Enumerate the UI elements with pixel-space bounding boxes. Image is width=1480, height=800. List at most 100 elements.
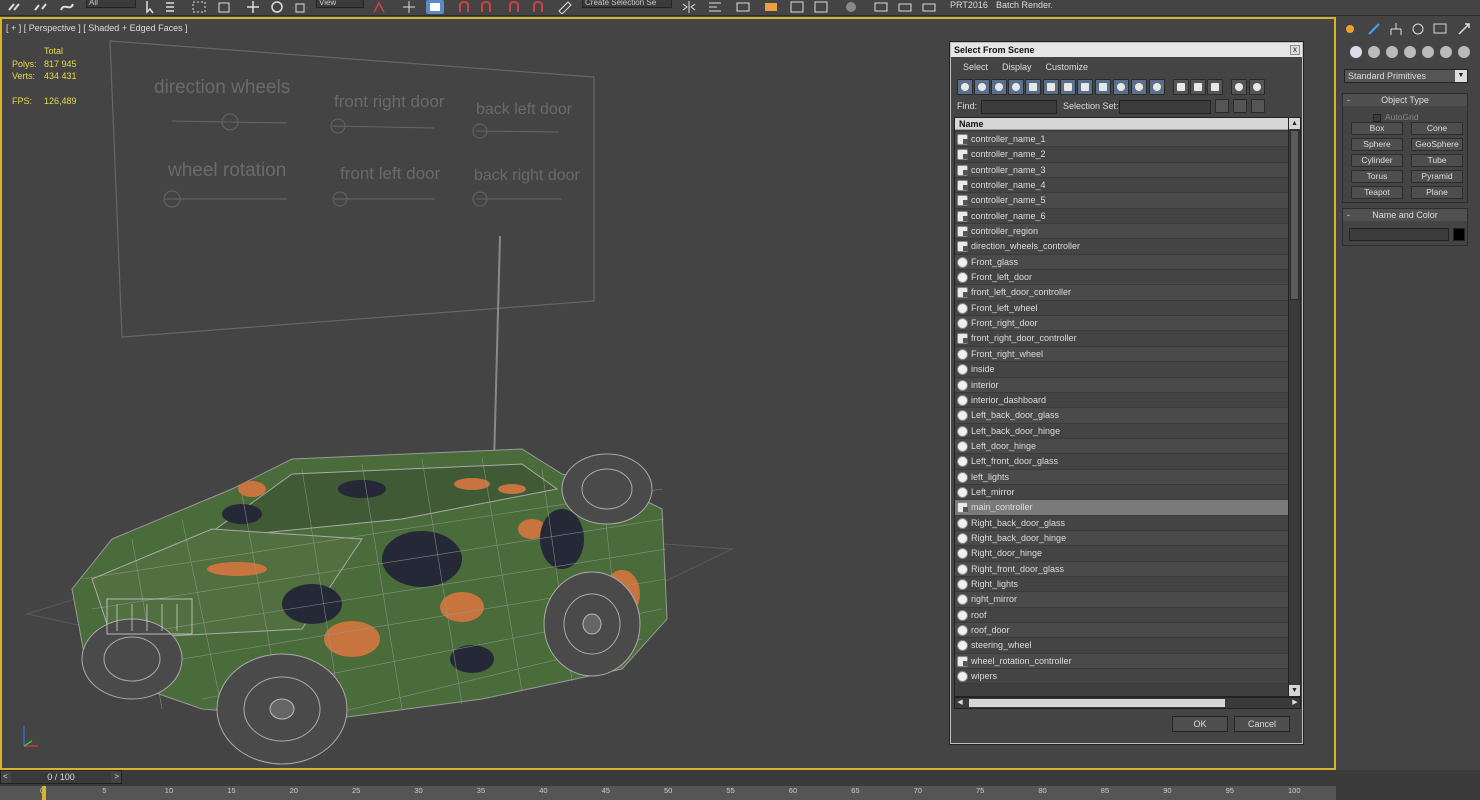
list-item[interactable]: Left_back_door_glass [955, 408, 1288, 424]
scroll-left-icon[interactable]: ◀ [955, 698, 965, 708]
motion-tab-icon[interactable] [1410, 21, 1426, 37]
ok-button[interactable]: OK [1172, 716, 1228, 732]
list-item[interactable]: Right_back_door_glass [955, 515, 1288, 531]
display-xrefs-icon[interactable] [1077, 79, 1093, 95]
scale-icon[interactable] [292, 0, 310, 14]
name-and-color-header[interactable]: - Name and Color [1343, 209, 1467, 221]
object-color-swatch[interactable] [1453, 228, 1465, 241]
mirror-icon[interactable] [680, 0, 698, 14]
cameras-category-icon[interactable] [1404, 46, 1416, 58]
reference-coordinate-dropdown[interactable]: View [316, 0, 364, 8]
select-by-name-icon[interactable] [164, 0, 182, 14]
list-item[interactable]: controller_name_1 [955, 132, 1288, 148]
cylinder-button[interactable]: Cylinder [1351, 154, 1403, 167]
list-item[interactable]: left_lights [955, 469, 1288, 485]
list-item[interactable]: Left_front_door_glass [955, 454, 1288, 470]
select-manipulate-icon[interactable] [400, 0, 418, 14]
hierarchy-tab-icon[interactable] [1388, 21, 1404, 37]
dialog-title[interactable]: Select From Scene [951, 43, 1302, 57]
edit-named-selection-icon[interactable] [556, 0, 574, 15]
list-item[interactable]: controller_name_2 [955, 147, 1288, 163]
prev-frame-icon[interactable]: < [3, 772, 8, 781]
list-item[interactable]: controller_name_3 [955, 162, 1288, 179]
list-item[interactable]: interior [955, 377, 1288, 393]
box-button[interactable]: Box [1351, 122, 1403, 135]
display-cameras-icon[interactable] [1008, 79, 1024, 95]
scene-object-list[interactable]: Name controller_name_1 controller_name_2 c… [954, 117, 1301, 697]
helpers-category-icon[interactable] [1422, 46, 1434, 58]
list-item[interactable]: controller_region [955, 224, 1288, 240]
sphere-button[interactable]: Sphere [1351, 138, 1403, 151]
list-item[interactable]: Front_glass [955, 254, 1288, 271]
current-frame-marker[interactable] [42, 786, 46, 800]
menu-select[interactable]: Select [963, 60, 1000, 74]
tube-button[interactable]: Tube [1411, 154, 1463, 167]
scroll-up-icon[interactable]: ▲ [1289, 118, 1300, 129]
sync-selection-icon[interactable] [1249, 79, 1265, 95]
geosphere-button[interactable]: GeoSphere [1411, 138, 1463, 151]
autogrid-checkbox[interactable]: AutoGrid [1373, 112, 1419, 122]
select-link-icon[interactable] [6, 0, 24, 14]
prt-label[interactable]: PRT2016 [950, 0, 988, 10]
list-item[interactable]: wipers [955, 669, 1288, 685]
list-item[interactable]: Front_right_door [955, 316, 1288, 332]
percent-snap-icon[interactable] [506, 0, 524, 14]
torus-button[interactable]: Torus [1351, 170, 1403, 183]
layer-manager-icon[interactable] [734, 0, 752, 14]
teapot-button[interactable]: Teapot [1351, 186, 1403, 199]
curve-editor-icon[interactable] [788, 0, 806, 14]
create-tab-icon[interactable] [1342, 21, 1358, 37]
list-item[interactable]: Front_left_door [955, 270, 1288, 286]
find-input[interactable] [981, 100, 1057, 114]
close-icon[interactable]: x [1290, 45, 1300, 55]
list-item[interactable]: front_left_door_controller [955, 285, 1288, 301]
render-production-icon[interactable] [920, 0, 938, 14]
graphite-ribbon-icon[interactable] [762, 0, 780, 14]
list-item[interactable]: main_controller [955, 500, 1288, 516]
hscroll-thumb[interactable] [969, 699, 1225, 707]
list-horizontal-scrollbar[interactable]: ◀ ▶ [954, 697, 1301, 709]
display-hidden-icon[interactable] [1149, 79, 1165, 95]
list-item[interactable]: Right_front_door_glass [955, 561, 1288, 577]
selection-filter-dropdown[interactable]: All [86, 0, 136, 8]
next-frame-icon[interactable]: > [114, 772, 119, 781]
display-invert-icon[interactable] [1207, 79, 1223, 95]
selection-set-dropdown[interactable] [1119, 100, 1211, 114]
list-item[interactable]: Front_left_wheel [955, 300, 1288, 317]
schematic-view-icon[interactable] [812, 0, 830, 14]
shapes-category-icon[interactable] [1368, 46, 1380, 58]
display-containers-icon[interactable] [1113, 79, 1129, 95]
time-slider[interactable]: < 0 / 100 > [0, 770, 122, 784]
list-item[interactable]: inside [955, 362, 1288, 378]
display-helpers-icon[interactable] [1025, 79, 1041, 95]
primitive-type-dropdown[interactable]: Standard Primitives ▼ [1344, 69, 1468, 83]
display-frozen-icon[interactable] [1131, 79, 1147, 95]
window-crossing-icon[interactable] [216, 0, 234, 14]
list-item[interactable]: wheel_rotation_controller [955, 653, 1288, 670]
delete-selection-set-icon[interactable] [1251, 99, 1265, 113]
list-item[interactable]: Left_door_hinge [955, 438, 1288, 455]
pyramid-button[interactable]: Pyramid [1411, 170, 1463, 183]
display-none-icon[interactable] [1190, 79, 1206, 95]
bind-spacewarp-icon[interactable] [58, 0, 76, 14]
display-shapes-icon[interactable] [974, 79, 990, 95]
list-item[interactable]: interior_dashboard [955, 392, 1288, 409]
named-selection-sets-dropdown[interactable]: Create Selection Se [582, 0, 672, 8]
list-vertical-scrollbar[interactable]: ▲ ▼ [1288, 118, 1300, 696]
list-item[interactable]: controller_name_4 [955, 178, 1288, 194]
keyboard-shortcut-override-icon[interactable] [426, 0, 444, 14]
autogrid-check-icon[interactable] [1373, 113, 1381, 122]
select-object-icon[interactable] [142, 0, 160, 14]
snap-toggle-icon[interactable] [456, 0, 474, 14]
list-item[interactable]: Left_back_door_hinge [955, 423, 1288, 439]
geometry-category-icon[interactable] [1350, 46, 1362, 58]
plane-button[interactable]: Plane [1411, 186, 1463, 199]
name-column-header[interactable]: Name [955, 118, 1288, 130]
batch-render-button[interactable]: Batch Render... [996, 0, 1052, 10]
rotate-icon[interactable] [268, 0, 286, 14]
track-bar[interactable]: 0510152025303540455055606570758085909510… [0, 786, 1336, 800]
object-type-header[interactable]: - Object Type [1343, 94, 1467, 106]
display-all-icon[interactable] [1173, 79, 1189, 95]
list-item[interactable]: front_right_door_controller [955, 331, 1288, 347]
object-name-input[interactable] [1349, 228, 1449, 241]
